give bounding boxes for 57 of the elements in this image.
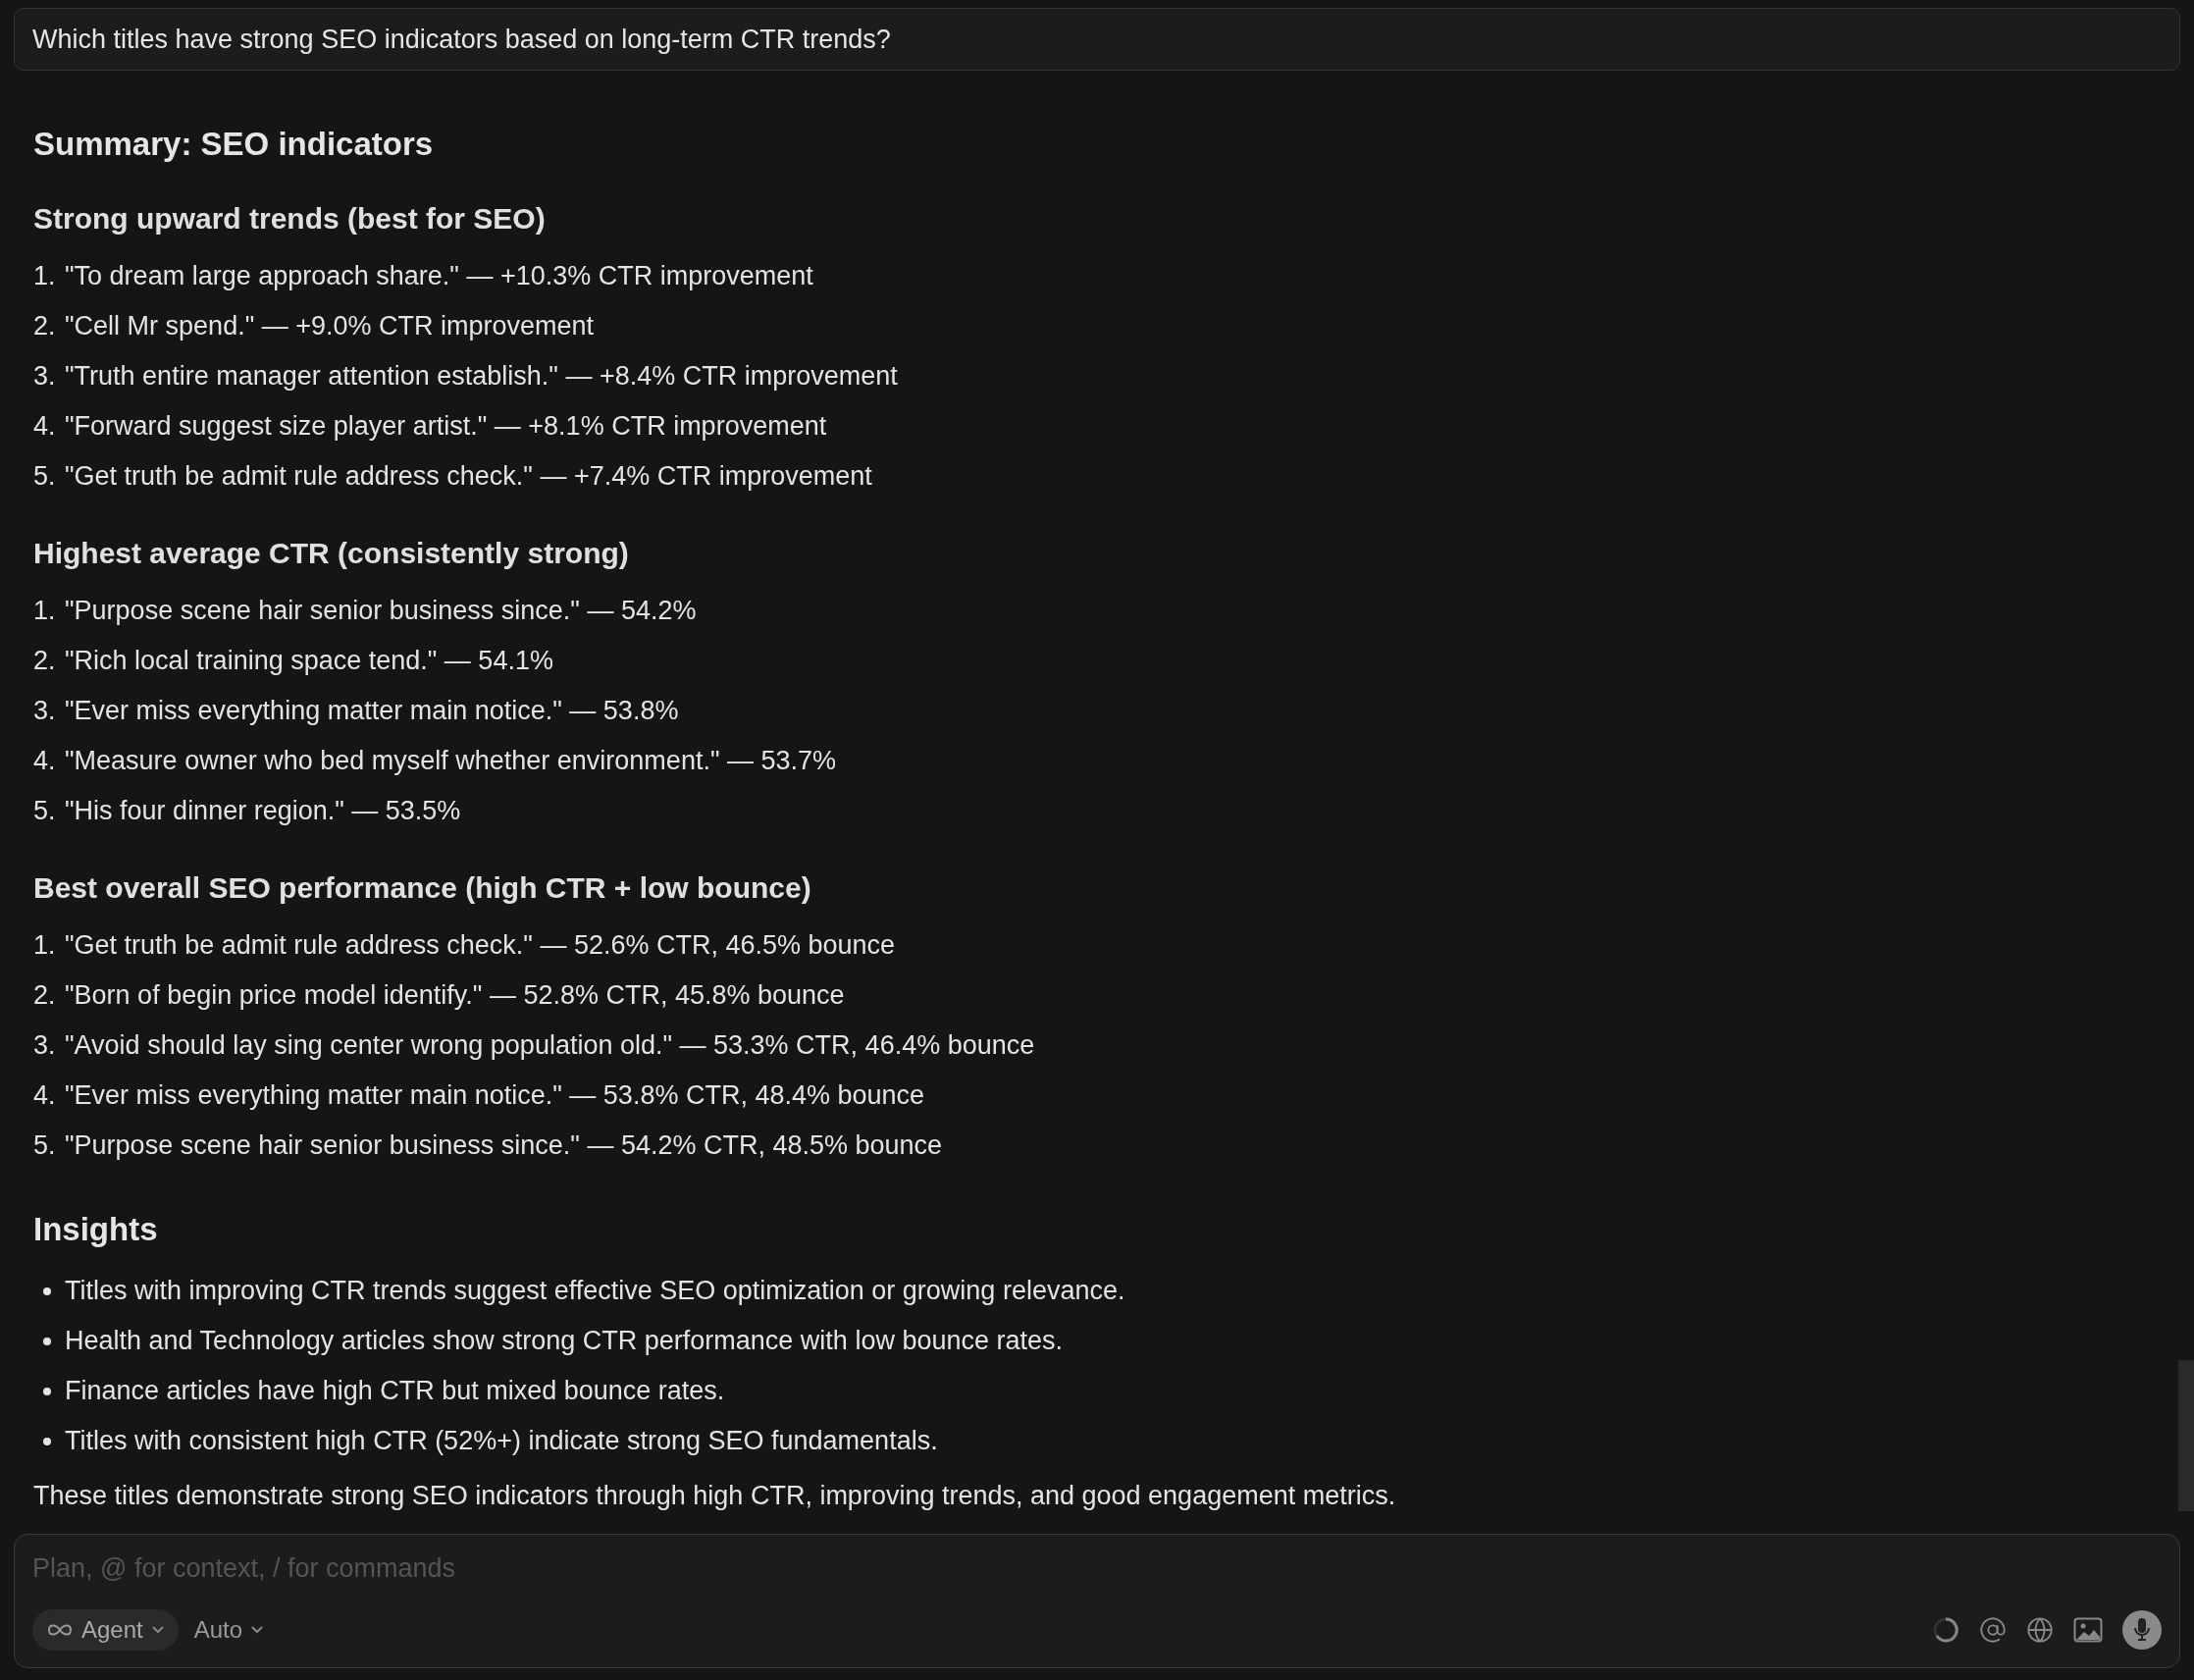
list-number: 1. [33, 595, 57, 628]
bullet-icon [43, 1286, 51, 1295]
list-number: 4. [33, 745, 57, 778]
bullet-icon [43, 1337, 51, 1345]
list-number: 1. [33, 929, 57, 963]
model-selector[interactable]: Auto [189, 1609, 269, 1651]
globe-icon[interactable] [2026, 1616, 2054, 1644]
question-text: Which titles have strong SEO indicators based on long-term CTR trends? [14, 8, 2180, 71]
summary-paragraph: These titles demonstrate strong SEO indicators through high CTR, improving trends, and good engagement metrics. [33, 1480, 1397, 1513]
list-item-text: "Ever miss everything matter main notice." — 53.8% [65, 695, 679, 728]
list-item-text: "Forward suggest size player artist." — +8.1% CTR improvement [65, 410, 827, 444]
agent-mode-button[interactable]: Agent [32, 1609, 179, 1651]
list-number: 4. [33, 410, 57, 444]
list-number: 4. [33, 1079, 57, 1113]
list-number: 3. [33, 360, 57, 394]
infinity-icon [46, 1622, 74, 1638]
bullet-icon [43, 1437, 51, 1445]
microphone-icon [2133, 1618, 2151, 1642]
list-number: 5. [33, 1129, 57, 1163]
section-heading: Insights [33, 1210, 159, 1250]
list-number: 2. [33, 979, 57, 1013]
list-item-text: Finance articles have high CTR but mixed bounce rates. [65, 1375, 725, 1408]
microphone-button[interactable] [2122, 1610, 2162, 1650]
list-number: 5. [33, 795, 57, 828]
list-item-text: "His four dinner region." — 53.5% [65, 795, 461, 828]
list-number: 2. [33, 310, 57, 343]
list-item-text: Titles with improving CTR trends suggest effective SEO optimization or growing relevance. [65, 1275, 1125, 1308]
list-item-text: Health and Technology articles show strong CTR performance with low bounce rates. [65, 1325, 1063, 1358]
subsection-heading: Highest average CTR (consistently strong) [33, 535, 630, 571]
list-item-text: "Get truth be admit rule address check." — +7.4% CTR improvement [65, 460, 872, 494]
list-number: 1. [33, 260, 57, 293]
list-item-text: "Get truth be admit rule address check." — 52.6% CTR, 46.5% bounce [65, 929, 896, 963]
list-number: 3. [33, 1029, 57, 1063]
subsection-heading: Strong upward trends (best for SEO) [33, 200, 547, 236]
list-item-text: "Purpose scene hair senior business since." — 54.2% [65, 595, 697, 628]
list-item-text: "To dream large approach share." — +10.3% CTR improvement [65, 260, 813, 293]
list-item-text: "Avoid should lay sing center wrong population old." — 53.3% CTR, 46.4% bounce [65, 1029, 1035, 1063]
list-item-text: "Measure owner who bed myself whether environment." — 53.7% [65, 745, 837, 778]
list-number: 3. [33, 695, 57, 728]
list-item-text: "Truth entire manager attention establish." — +8.4% CTR improvement [65, 360, 898, 394]
list-item-text: "Rich local training space tend." — 54.1% [65, 645, 553, 678]
message-input[interactable]: Plan, @ for context, / for commands Agent Auto [14, 1534, 2180, 1668]
chevron-down-icon [150, 1625, 165, 1635]
list-item-text: "Cell Mr spend." — +9.0% CTR improvement [65, 310, 595, 343]
list-item-text: "Purpose scene hair senior business since." — 54.2% CTR, 48.5% bounce [65, 1129, 943, 1163]
at-sign-icon[interactable] [1979, 1616, 2007, 1644]
section-heading: Summary: SEO indicators [33, 125, 435, 165]
list-item-text: Titles with consistent high CTR (52%+) indicate strong SEO fundamentals. [65, 1425, 938, 1458]
bullet-icon [43, 1387, 51, 1395]
chevron-down-icon [250, 1625, 265, 1635]
list-number: 2. [33, 645, 57, 678]
list-number: 5. [33, 460, 57, 494]
image-icon[interactable] [2073, 1617, 2103, 1643]
progress-ring-icon[interactable] [1932, 1616, 1959, 1644]
list-item-text: "Ever miss everything matter main notice." — 53.8% CTR, 48.4% bounce [65, 1079, 925, 1113]
subsection-heading: Best overall SEO performance (high CTR + low bounce) [33, 869, 812, 906]
list-item-text: "Born of begin price model identify." — 52.8% CTR, 45.8% bounce [65, 979, 845, 1013]
